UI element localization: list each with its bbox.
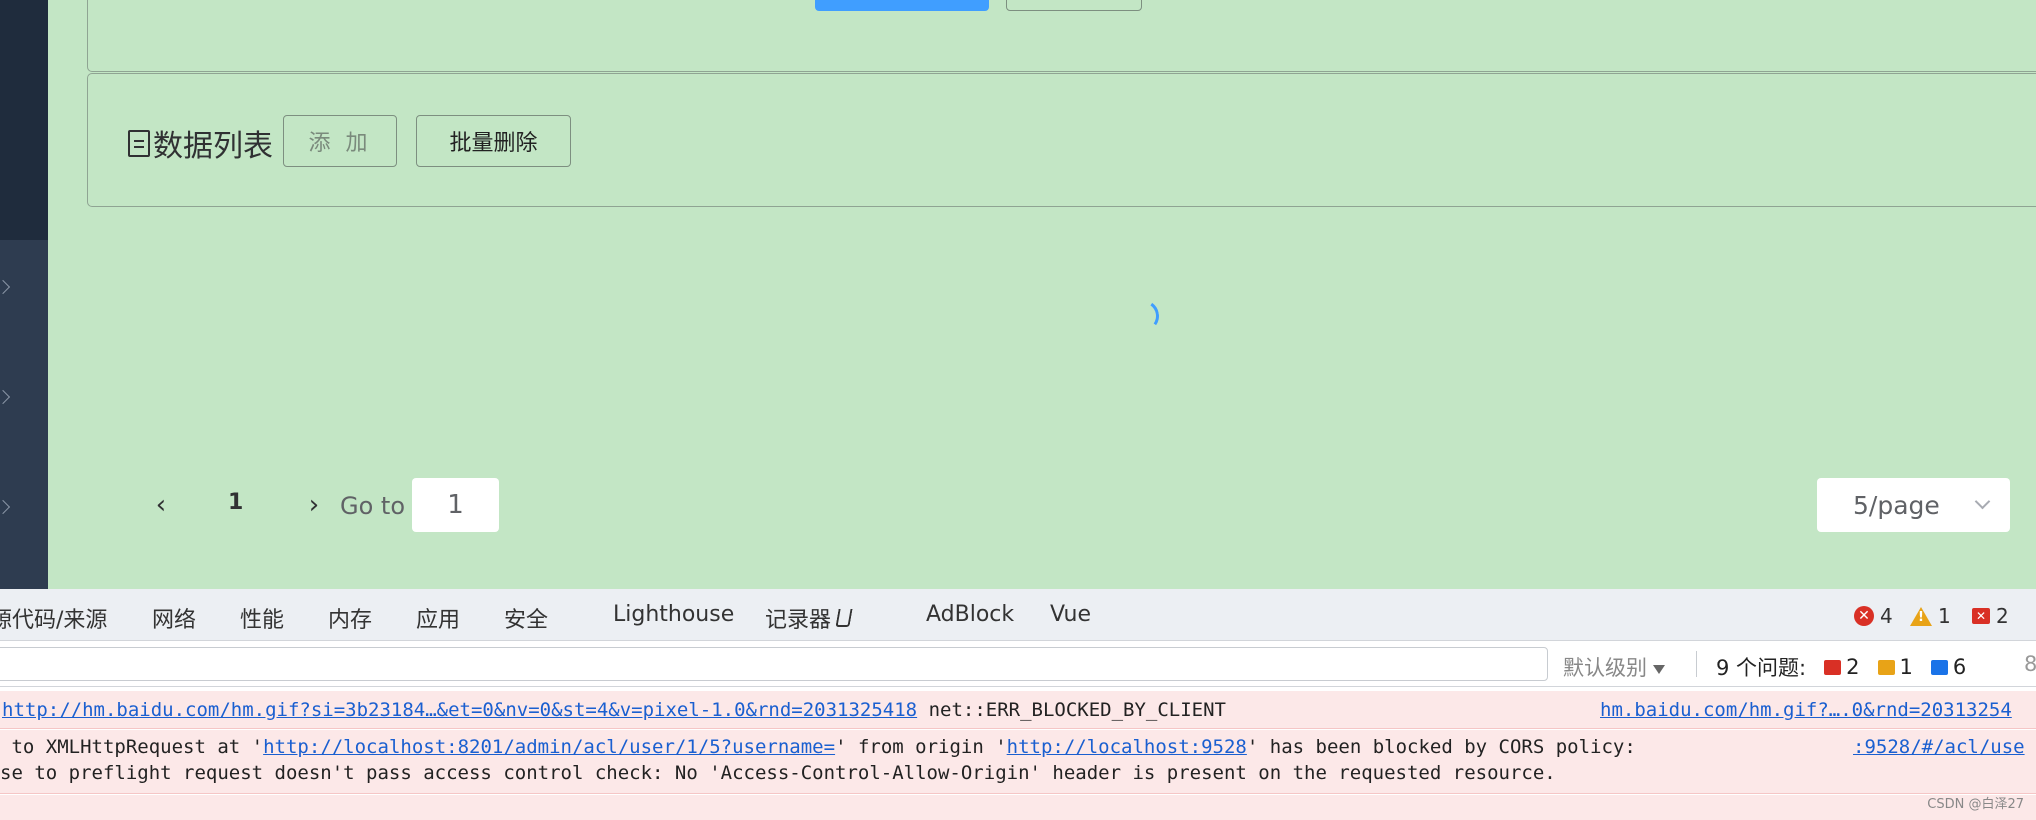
page-size-value: 5/page: [1853, 490, 1940, 520]
cors-suffix: ' has been blocked by CORS policy:: [1246, 736, 1636, 758]
request-link[interactable]: http://localhost:8201/admin/acl/user/1/5…: [263, 736, 835, 758]
tab-vue[interactable]: Vue: [1050, 602, 1091, 627]
console-message: http://hm.baidu.com/hm.gif?si=3b23184…&e…: [0, 691, 2036, 729]
console-message-text: http://hm.baidu.com/hm.gif?si=3b23184…&e…: [2, 699, 1226, 721]
cors-prefix: to XMLHttpRequest at ': [0, 736, 264, 758]
issue-icon: ✕: [1972, 608, 1990, 624]
error-icon: ✕: [1854, 606, 1874, 626]
issue-count: 2: [1996, 604, 2009, 628]
watermark: CSDN @白泽27: [1927, 797, 2024, 812]
console-message: [0, 795, 2036, 820]
issues-label: 9 个问题:: [1716, 656, 1807, 680]
issues-extra-count: 8: [2024, 652, 2036, 676]
tab-application[interactable]: 应用: [416, 602, 460, 634]
search-card: [87, 0, 2036, 72]
console-message-text-line2: se to preflight request doesn't pass acc…: [0, 762, 1556, 784]
list-title-text: 数据列表: [153, 129, 273, 164]
source-link[interactable]: :9528/#/acl/use: [1853, 736, 2025, 758]
issues-error-count: 2: [1846, 655, 1860, 679]
console-message: to XMLHttpRequest at 'http://localhost:8…: [0, 730, 2036, 794]
log-level-value: 默认级别: [1563, 656, 1647, 680]
tab-adblock[interactable]: AdBlock: [926, 602, 1014, 627]
tab-performance[interactable]: 性能: [240, 602, 284, 634]
reset-button[interactable]: [1006, 0, 1142, 11]
issue-count-badge[interactable]: ✕ 2: [1972, 604, 2009, 628]
warning-count: 1: [1938, 604, 1951, 628]
tab-security[interactable]: 安全: [504, 602, 548, 634]
goto-label: Go to: [340, 492, 406, 520]
devtools-tabbar: 源代码/来源 网络 性能 内存 应用 安全 Lighthouse 记录器 AdB…: [0, 589, 2036, 641]
error-count-badge[interactable]: ✕ 4: [1854, 604, 1893, 628]
batch-delete-button[interactable]: 批量删除: [416, 115, 571, 167]
pagination: ‹ 1 › Go to 5/page: [108, 478, 2036, 532]
list-title: 数据列表: [128, 121, 273, 165]
sidebar: [0, 0, 48, 589]
search-button[interactable]: [815, 0, 989, 11]
document-icon: [128, 129, 150, 157]
cors-mid: ' from origin ': [835, 736, 1007, 758]
warning-count-badge[interactable]: 1: [1910, 604, 1951, 628]
tab-sources[interactable]: 源代码/来源: [0, 602, 107, 634]
console-output: http://hm.baidu.com/hm.gif?si=3b23184…&e…: [0, 687, 2036, 820]
chevron-down-icon[interactable]: [0, 389, 11, 405]
console-filter-bar: 默认级别 9 个问题: 2 1 6 8: [0, 641, 2036, 687]
error-text: net::ERR_BLOCKED_BY_CLIENT: [917, 699, 1226, 721]
log-level-select[interactable]: 默认级别: [1563, 652, 1665, 682]
warning-icon: [1910, 606, 1932, 626]
tab-lighthouse[interactable]: Lighthouse: [613, 602, 734, 627]
issues-info-count: 6: [1952, 655, 1967, 679]
request-link[interactable]: http://hm.baidu.com/hm.gif?si=3b23184…&e…: [2, 699, 917, 721]
chevron-down-icon[interactable]: [0, 279, 11, 295]
chevron-down-icon: [1974, 493, 1991, 510]
loading-spinner-icon: [1124, 297, 1162, 335]
next-page-icon[interactable]: ›: [305, 492, 323, 518]
flask-icon: [835, 609, 853, 627]
data-list-card: 数据列表 添 加 批量删除: [87, 73, 2036, 207]
sidebar-logo-area: [0, 0, 48, 240]
console-filter-input[interactable]: [0, 647, 1548, 681]
page-number[interactable]: 1: [228, 490, 243, 515]
tab-memory[interactable]: 内存: [328, 602, 372, 634]
issues-warning-count: 1: [1899, 655, 1913, 679]
source-link[interactable]: hm.baidu.com/hm.gif?….0&rnd=20313254: [1600, 699, 2012, 721]
error-count: 4: [1880, 604, 1893, 628]
issue-info-icon: [1930, 659, 1948, 675]
issue-warning-icon: [1877, 659, 1895, 675]
tab-recorder[interactable]: 记录器: [765, 602, 853, 634]
devtools-panel: 源代码/来源 网络 性能 内存 应用 安全 Lighthouse 记录器 AdB…: [0, 589, 2036, 820]
tab-recorder-label: 记录器: [765, 608, 832, 633]
issues-summary[interactable]: 9 个问题: 2 1 6: [1716, 652, 1966, 682]
goto-page-input[interactable]: [412, 478, 499, 532]
page-size-select[interactable]: 5/page: [1817, 478, 2010, 532]
chevron-down-icon[interactable]: [0, 499, 11, 515]
origin-link[interactable]: http://localhost:9528: [1007, 736, 1247, 758]
caret-down-icon: [1653, 664, 1665, 674]
main-content: 数据列表 添 加 批量删除 ‹ 1 › Go to 5/page: [48, 0, 2036, 589]
add-button[interactable]: 添 加: [283, 115, 397, 167]
issue-error-icon: [1824, 659, 1842, 675]
prev-page-icon[interactable]: ‹: [152, 492, 170, 518]
divider: [1696, 651, 1697, 677]
tab-network[interactable]: 网络: [152, 602, 196, 634]
console-message-text: to XMLHttpRequest at 'http://localhost:8…: [0, 736, 1636, 758]
